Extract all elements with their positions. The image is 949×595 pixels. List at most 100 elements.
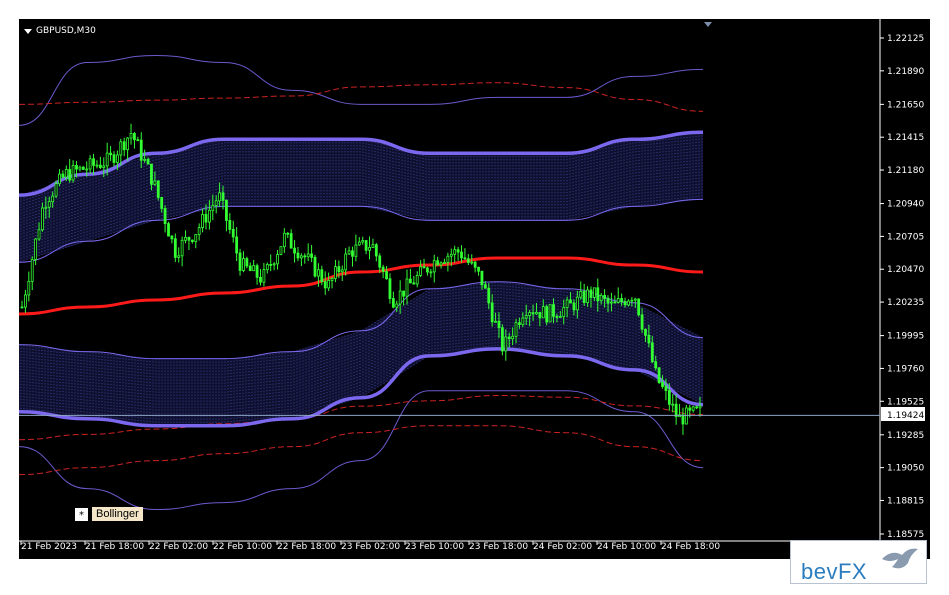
candle-body [282,232,286,248]
candle-body [225,199,228,221]
candle-body [27,280,31,296]
candle-body [344,253,348,271]
price-tick-label: 1.21180 [887,166,924,176]
candle-body [64,169,68,178]
candle-body [167,223,170,237]
candle-body [487,287,491,304]
logo-text: bevFX [801,559,868,584]
candle-body [610,301,613,304]
candle-body [88,158,92,170]
candle-body [347,250,351,255]
candle-body [589,289,593,298]
candle-body [483,284,487,289]
candle-body [518,322,521,325]
candle-body [552,304,555,317]
candle-body [194,234,198,242]
time-tick-label: 24 Feb 10:00 [597,542,656,552]
candle-body [289,233,293,249]
candle-body [119,141,123,156]
candle-body [620,298,624,303]
price-tick-label: 1.18575 [887,530,924,540]
candle-body [160,197,164,209]
candle-body [255,265,259,278]
candle-body [494,320,497,323]
price-tick-label: 1.20940 [887,200,924,210]
candle-body [286,232,290,235]
indicator-button[interactable]: * Bollinger [75,507,143,521]
candle-body [330,278,334,281]
candle-body [415,274,419,285]
candle-body [558,316,562,318]
candle-body [623,301,627,306]
candle-body [351,250,354,257]
candle-body [85,168,89,171]
candle-body [661,382,664,387]
candle-body [310,253,313,258]
candle-body [603,294,607,299]
candle-body [51,195,55,203]
candle-body [422,266,426,269]
candle-body [293,247,296,254]
candle-body [173,238,177,258]
candle-body [409,278,412,284]
candle-body [180,239,184,257]
candle-body [419,266,423,276]
candle-body [473,261,477,268]
time-tick-label: 24 Feb 18:00 [661,542,720,552]
candle-body [511,335,515,340]
candle-body [30,259,34,282]
candle-body [504,336,508,352]
candle-body [368,247,371,251]
candle-body [153,180,157,185]
candle-body [68,169,72,181]
price-tick-label: 1.21890 [887,67,924,77]
price-tick-label: 1.19995 [887,332,924,342]
candle-body [58,173,61,185]
candle-body [439,262,443,266]
candle-body [20,306,24,309]
candle-body [122,141,126,151]
candle-body [201,213,204,229]
candle-body [228,220,232,230]
candle-body [664,386,668,391]
candle-body [139,139,143,161]
candle-body [654,361,658,369]
candle-body [460,251,463,259]
candle-body [463,257,467,260]
time-tick-label: 22 Feb 10:00 [213,542,272,552]
candle-body [398,290,402,305]
candle-body [95,164,99,167]
candle-body [490,302,494,323]
candle-body [500,327,504,352]
candle-body [146,158,150,165]
plot-area[interactable] [19,19,880,541]
candle-body [497,320,501,329]
candle-body [44,206,48,209]
time-tick-label: 24 Feb 02:00 [533,542,592,552]
candle-body [657,367,661,383]
candle-body [521,317,525,325]
candle-body [190,239,194,242]
candle-body [592,287,596,298]
price-tick-label: 1.22125 [887,34,924,44]
candle-body [555,316,559,318]
candle-body [156,180,160,198]
candle-body [218,192,222,202]
candle-body [170,235,174,240]
candle-body [524,315,528,319]
candle-body [112,154,116,163]
candle-body [334,266,337,279]
candle-body [684,407,688,425]
candle-body [606,298,610,304]
candle-body [248,265,252,272]
candle-body [627,300,630,306]
candle-body [323,281,327,289]
indicator-star: * [75,507,88,521]
candle-body [296,252,300,259]
current-price-label: 1.19424 [887,411,924,421]
candle-body [456,249,460,253]
candle-body [133,133,136,141]
candle-body [436,260,440,266]
candle-body [34,238,38,260]
candle-body [395,303,399,308]
